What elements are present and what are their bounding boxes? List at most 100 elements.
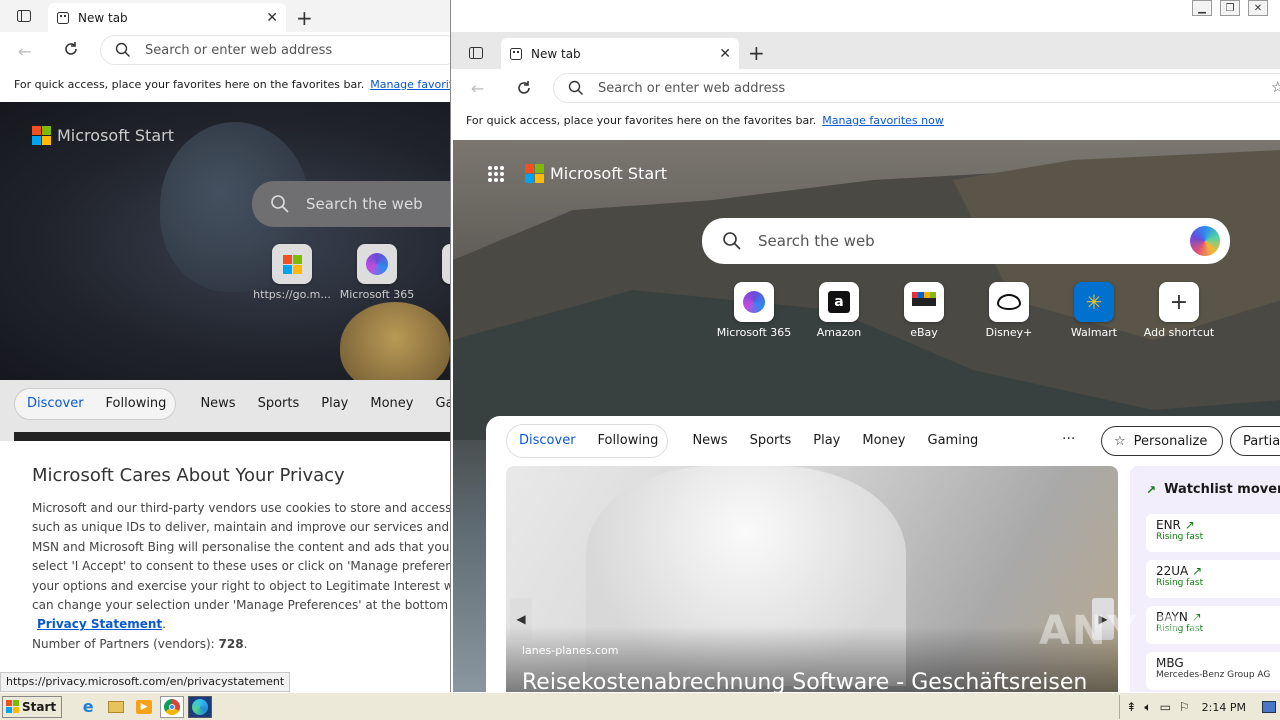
partners-label: Number of Partners (vendors): <box>32 636 215 651</box>
privacy-line: MSN and Microsoft Bing will personalise … <box>32 539 450 554</box>
watchlist-row[interactable]: MBG Mercedes-Benz Group AG <box>1146 652 1280 690</box>
hero-article-card[interactable]: ◀ ▶ lanes-planes.com Reisekostenabrechnu… <box>506 466 1118 692</box>
partial-button[interactable]: Partial <box>1230 426 1280 456</box>
privacy-dialog: Microsoft Cares About Your Privacy Micro… <box>0 441 450 681</box>
ticker-status: Rising fast <box>1156 532 1204 542</box>
close-tab-icon[interactable]: ✕ <box>266 10 278 26</box>
shortcut-tile[interactable]: Microsoft 365 <box>337 244 417 301</box>
search-placeholder: Search the web <box>306 195 423 213</box>
close-tab-icon[interactable]: ✕ <box>719 46 731 62</box>
tab-actions-icon[interactable] <box>468 45 484 61</box>
nav-play[interactable]: Play <box>321 396 348 411</box>
back-arrow-icon[interactable]: ← <box>471 79 484 98</box>
shortcut-tile[interactable]: Microsoft 365 <box>714 282 794 339</box>
back-web-search[interactable]: Search the web <box>252 181 450 227</box>
nav-news[interactable]: News <box>692 433 727 448</box>
volume-icon[interactable]: 🔈︎ <box>1144 700 1151 715</box>
shortcut-label: Add shortcut <box>1143 326 1215 339</box>
ticker-symbol: ENR <box>1156 518 1181 532</box>
new-tab-button[interactable]: + <box>296 6 313 30</box>
media-player-icon[interactable]: ▶ <box>132 696 156 718</box>
restore-icon[interactable]: ❐ <box>1220 0 1240 16</box>
back-tab[interactable]: New tab ✕ <box>48 3 286 32</box>
status-bar-url: https://privacy.microsoft.com/en/privacy… <box>0 672 291 692</box>
nav-money[interactable]: Money <box>370 396 413 411</box>
article-source: lanes-planes.com <box>522 644 619 657</box>
taskbar: Start e ▶ ⇞ 🔈︎ ▭ ⚐ 2:14 PM <box>0 692 1280 720</box>
shortcut-tile[interactable]: a Amazon <box>799 282 879 339</box>
nav-sports[interactable]: Sports <box>750 433 792 448</box>
ticker-symbol: MBG <box>1156 656 1184 670</box>
minimize-icon[interactable]: ▁ <box>1192 0 1212 16</box>
shortcut-tile[interactable]: ✳ Walmart <box>1054 282 1134 339</box>
shortcut-label: Disney+ <box>985 326 1033 339</box>
refresh-icon[interactable] <box>515 79 533 97</box>
nav-gaming[interactable]: Gaming <box>928 433 979 448</box>
add-shortcut-tile[interactable]: + Add shortcut <box>1139 282 1219 339</box>
privacy-statement-link[interactable]: Privacy Statement <box>37 617 162 631</box>
internet-explorer-icon[interactable]: e <box>76 696 100 718</box>
front-browser-window: New tab ✕ + ← Search or enter web addres… <box>450 0 1280 692</box>
flag-icon[interactable]: ⚐ <box>1179 700 1190 714</box>
new-tab-button[interactable]: + <box>748 41 765 65</box>
file-explorer-icon[interactable] <box>104 696 128 718</box>
nav-gaming[interactable]: Ga <box>436 396 451 411</box>
chrome-icon[interactable] <box>160 695 185 718</box>
shortcut-label: Amazon <box>816 326 862 339</box>
show-desktop-icon[interactable] <box>1262 701 1276 713</box>
privacy-line: can change your selection under 'Manage … <box>32 598 450 613</box>
search-icon <box>568 80 583 95</box>
more-options-icon[interactable]: ··· <box>1062 431 1075 447</box>
refresh-icon[interactable] <box>62 40 80 58</box>
nav-sports[interactable]: Sports <box>258 396 300 411</box>
ticker-symbol: 22UA <box>1156 564 1189 578</box>
shortcut-tile[interactable]: eBay <box>884 282 964 339</box>
article-title[interactable]: Reisekostenabrechnung Software - Geschäf… <box>522 670 1087 692</box>
edge-icon[interactable] <box>188 695 213 718</box>
address-input[interactable]: Search or enter web address <box>100 35 450 65</box>
nav-money[interactable]: Money <box>862 433 905 448</box>
manage-favorites-link[interactable]: Manage favorites now <box>822 114 944 127</box>
apps-launcher-icon[interactable] <box>487 165 505 183</box>
watchlist-row[interactable]: ENR ↗ Rising fast <box>1146 514 1280 552</box>
disney-plus-icon <box>997 294 1021 310</box>
windows-logo-icon <box>6 700 19 713</box>
feed-nav: Discover Following News Sports Play Mone… <box>519 433 1000 448</box>
clock[interactable]: 2:14 PM <box>1202 701 1246 714</box>
shortcut-label: eBay <box>910 326 938 339</box>
partial-label: Partial <box>1243 433 1280 449</box>
network-icon[interactable]: ▭ <box>1160 700 1171 714</box>
watchlist-row[interactable]: 22UA ↗ Rising fast <box>1146 560 1280 598</box>
personalize-button[interactable]: ☆ Personalize <box>1101 426 1223 456</box>
tray-expand-icon[interactable]: ⇞ <box>1126 700 1136 714</box>
shortcut-tile[interactable]: https://go.m... <box>252 244 332 301</box>
start-label: Start <box>22 699 57 714</box>
brand-logo[interactable]: Microsoft Start <box>525 164 667 183</box>
brand-name: Microsoft Start <box>57 126 174 145</box>
front-tab[interactable]: New tab ✕ <box>501 38 739 69</box>
shortcut-tile[interactable]: Disney+ <box>969 282 1049 339</box>
address-input[interactable]: Search or enter web address <box>553 73 1280 103</box>
web-search-box[interactable]: Search the web <box>702 218 1230 264</box>
watchlist-card: ↗ Watchlist movers ENR ↗ Rising fast 22U… <box>1130 466 1280 692</box>
start-button[interactable]: Start <box>2 695 63 718</box>
favorite-star-icon[interactable]: ☆ <box>1271 78 1280 96</box>
nav-play[interactable]: Play <box>813 433 840 448</box>
nav-discover[interactable]: Discover <box>27 396 84 411</box>
manage-favorites-link[interactable]: Manage favorites n <box>370 78 450 91</box>
copilot-icon[interactable] <box>1190 226 1220 256</box>
nav-following[interactable]: Following <box>598 433 659 448</box>
privacy-title: Microsoft Cares About Your Privacy <box>32 465 345 486</box>
nav-following[interactable]: Following <box>106 396 167 411</box>
tab-title: New tab <box>78 10 128 25</box>
nav-discover[interactable]: Discover <box>519 433 576 448</box>
close-window-icon[interactable]: ✕ <box>1248 0 1268 16</box>
rising-icon: ↗ <box>1192 564 1203 578</box>
back-arrow-icon[interactable]: ← <box>18 42 31 61</box>
nav-news[interactable]: News <box>200 396 235 411</box>
sparkle-star-icon: ☆ <box>1114 433 1126 449</box>
tab-actions-icon[interactable] <box>16 8 32 24</box>
back-hero-background: Microsoft Start Search the web https://g… <box>0 102 450 392</box>
brand-name: Microsoft Start <box>550 164 667 183</box>
shortcut-tile[interactable]: A <box>422 244 450 301</box>
